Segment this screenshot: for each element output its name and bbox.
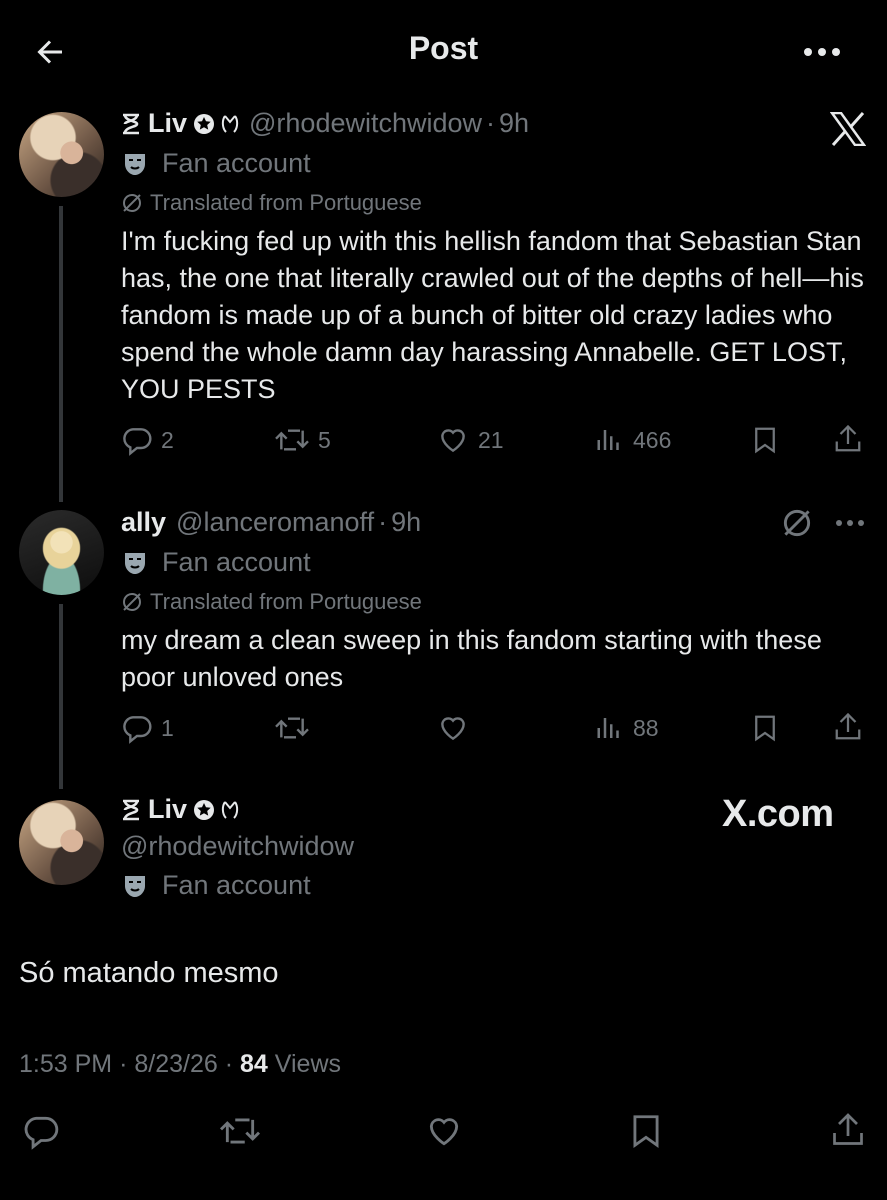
post-meta: 1:53 PM · 8/23/26 · 84 Views: [19, 1050, 342, 1078]
handle[interactable]: @rhodewitchwidow: [121, 831, 354, 862]
post-date[interactable]: 8/23/26: [134, 1050, 217, 1078]
fan-account-label: Fan account: [121, 547, 311, 578]
post-time[interactable]: 1:53 PM: [19, 1050, 112, 1078]
more-options-button[interactable]: [800, 32, 844, 72]
thread-line: [59, 206, 63, 502]
tweet-header: Liv @rhodewitchwidow · 9h: [121, 108, 529, 139]
more-icon: [804, 48, 840, 56]
bookmark-button[interactable]: [750, 712, 780, 744]
author-name-row: Liv: [121, 794, 239, 825]
translate-icon: [123, 194, 141, 212]
share-button[interactable]: [833, 422, 863, 456]
views-count: 88: [633, 714, 659, 741]
page-title: Post: [408, 30, 479, 66]
translate-icon: [123, 593, 141, 611]
display-name[interactable]: Liv: [148, 794, 187, 825]
bookmark-icon: [755, 427, 775, 454]
hourglass-icon: [123, 113, 139, 134]
tweet-text: I'm fucking fed up with this hellish fan…: [121, 226, 864, 404]
avatar[interactable]: [19, 800, 104, 885]
more-icon[interactable]: [834, 518, 866, 528]
moon-icon: [221, 114, 239, 133]
hourglass-icon: [123, 799, 139, 820]
share-icon: [833, 1113, 863, 1145]
like-button[interactable]: 21: [436, 424, 504, 456]
reply-button[interactable]: 1: [121, 712, 174, 744]
tweet-header: ally @lanceromanoff · 9h: [121, 507, 421, 538]
like-button[interactable]: [436, 712, 470, 744]
views-button[interactable]: 88: [595, 712, 659, 744]
fan-account-label: Fan account: [121, 870, 311, 901]
fan-account-label: Fan account: [121, 148, 311, 179]
reply-icon: [123, 716, 152, 744]
timestamp[interactable]: 9h: [499, 108, 529, 139]
views-icon: [597, 718, 619, 738]
x-com-watermark: X.com: [722, 793, 834, 835]
share-icon: [835, 424, 861, 452]
display-name[interactable]: Liv: [148, 108, 187, 139]
views-count: 84: [240, 1050, 268, 1078]
mask-icon: [125, 153, 145, 175]
like-icon: [441, 717, 465, 741]
tweet-text: my dream a clean sweep in this fandom st…: [121, 625, 822, 692]
reply-icon: [123, 428, 152, 456]
handle[interactable]: @rhodewitchwidow: [249, 108, 482, 139]
avatar[interactable]: [19, 510, 104, 595]
translated-note[interactable]: Translated from Portuguese: [121, 589, 422, 615]
reply-count: 2: [161, 426, 174, 453]
moon-icon: [221, 800, 239, 819]
repost-button[interactable]: 5: [274, 424, 331, 456]
repost-count: 5: [318, 426, 331, 453]
thread-line: [59, 604, 63, 789]
reply-count: 1: [161, 714, 174, 741]
repost-icon: [219, 1118, 261, 1144]
repost-button[interactable]: [274, 712, 310, 744]
repost-icon: [275, 717, 309, 739]
timestamp[interactable]: 9h: [391, 507, 421, 538]
x-logo-icon[interactable]: [830, 112, 866, 146]
reply-icon: [24, 1116, 59, 1150]
views-icon: [597, 430, 619, 450]
like-icon: [441, 429, 465, 453]
bookmark-icon: [755, 715, 775, 742]
separator-dot: ·: [378, 507, 388, 537]
translated-note[interactable]: Translated from Portuguese: [121, 190, 422, 216]
like-count: 21: [478, 426, 504, 453]
share-button[interactable]: [833, 710, 863, 744]
bookmark-icon: [633, 1115, 659, 1149]
views-count: 466: [633, 426, 672, 453]
repost-button[interactable]: [218, 1112, 262, 1150]
like-icon: [429, 1118, 459, 1146]
share-icon: [835, 712, 861, 740]
star-badge-icon: [194, 799, 215, 820]
display-name[interactable]: ally: [121, 507, 166, 538]
mask-icon: [125, 875, 145, 897]
like-button[interactable]: [423, 1112, 465, 1150]
avatar[interactable]: [19, 112, 104, 197]
bookmark-button[interactable]: [627, 1112, 665, 1150]
star-badge-icon: [194, 113, 215, 134]
translate-icon[interactable]: [781, 507, 813, 539]
handle[interactable]: @lanceromanoff: [176, 507, 374, 538]
views-label: Views: [274, 1050, 342, 1078]
reply-button[interactable]: [22, 1112, 60, 1150]
mask-icon: [125, 552, 145, 574]
views-button[interactable]: 466: [595, 424, 671, 456]
share-button[interactable]: [830, 1110, 866, 1150]
post-text: Só matando mesmo: [19, 957, 279, 989]
repost-icon: [275, 429, 309, 451]
bookmark-button[interactable]: [750, 424, 780, 456]
separator-dot: ·: [486, 108, 496, 138]
reply-button[interactable]: 2: [121, 424, 174, 456]
